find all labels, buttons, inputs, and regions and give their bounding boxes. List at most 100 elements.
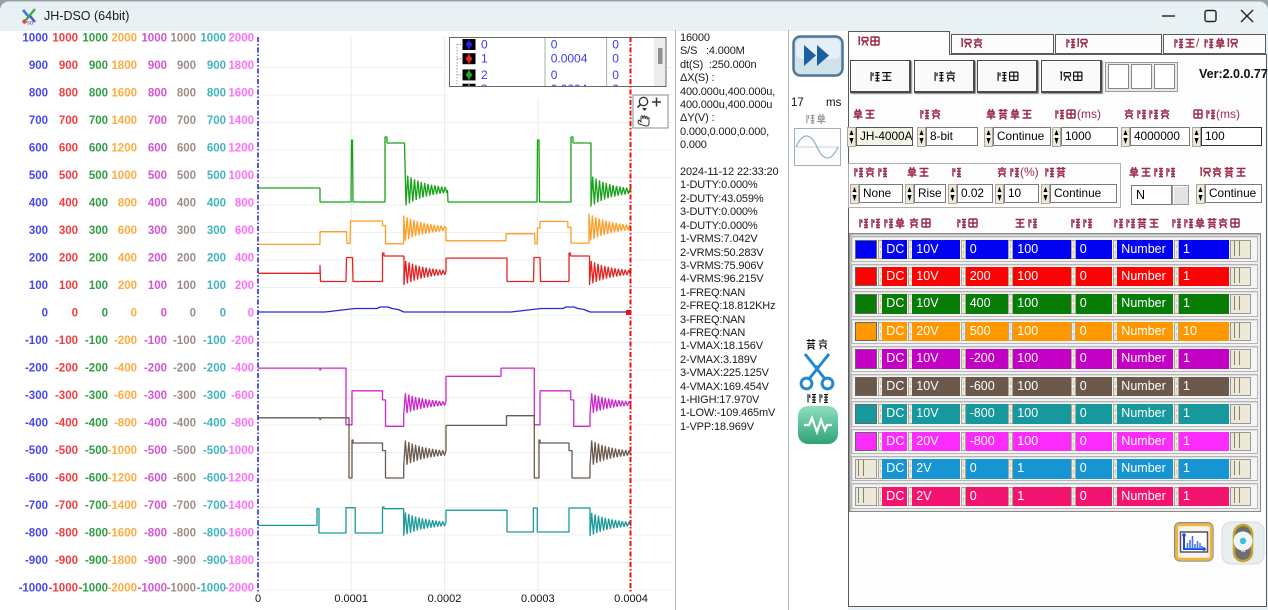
- svg-text:700: 700: [148, 115, 167, 127]
- svg-text:-1200: -1200: [108, 473, 137, 485]
- svg-text:600: 600: [89, 143, 108, 155]
- svg-text:500: 500: [177, 170, 196, 182]
- svg-text:700: 700: [59, 115, 78, 127]
- svg-text:700: 700: [89, 115, 108, 127]
- svg-text:700: 700: [207, 115, 226, 127]
- svg-text:-200: -200: [203, 363, 226, 375]
- svg-text:-300: -300: [144, 390, 167, 402]
- svg-text:300: 300: [89, 225, 108, 237]
- svg-text:200: 200: [89, 253, 108, 265]
- svg-text:-500: -500: [55, 445, 78, 457]
- svg-text:-700: -700: [144, 500, 167, 512]
- svg-text:600: 600: [235, 225, 254, 237]
- svg-text:0.0001: 0.0001: [334, 593, 368, 605]
- svg-text:900: 900: [207, 60, 226, 72]
- svg-text:-600: -600: [173, 473, 196, 485]
- svg-text:0: 0: [612, 52, 619, 66]
- svg-text:600: 600: [29, 143, 48, 155]
- svg-text:-200: -200: [114, 335, 137, 347]
- svg-text:0.0002: 0.0002: [428, 593, 462, 605]
- svg-text:0: 0: [190, 308, 196, 320]
- svg-text:500: 500: [148, 170, 167, 182]
- svg-text:-300: -300: [25, 390, 48, 402]
- svg-text:100: 100: [29, 280, 48, 292]
- svg-text:1000: 1000: [170, 33, 196, 45]
- svg-text:0: 0: [248, 308, 254, 320]
- svg-text:-200: -200: [25, 363, 48, 375]
- svg-text:600: 600: [59, 143, 78, 155]
- svg-text:0: 0: [612, 38, 619, 52]
- svg-text:-800: -800: [25, 528, 48, 540]
- svg-text:400: 400: [118, 253, 137, 265]
- svg-text:-1000: -1000: [138, 583, 167, 595]
- svg-text:-1800: -1800: [225, 555, 254, 567]
- svg-text:0: 0: [102, 308, 108, 320]
- svg-text:200: 200: [118, 280, 137, 292]
- svg-text:0.0003: 0.0003: [521, 593, 555, 605]
- svg-text:-200: -200: [85, 363, 108, 375]
- svg-text:-400: -400: [114, 363, 137, 375]
- svg-text:100: 100: [89, 280, 108, 292]
- svg-text:-700: -700: [85, 500, 108, 512]
- svg-text:200: 200: [148, 253, 167, 265]
- svg-text:800: 800: [177, 88, 196, 100]
- svg-text:200: 200: [59, 253, 78, 265]
- svg-text:1000: 1000: [200, 33, 226, 45]
- svg-text:-100: -100: [144, 335, 167, 347]
- svg-text:-900: -900: [55, 555, 78, 567]
- svg-text:-900: -900: [173, 555, 196, 567]
- svg-text:0: 0: [612, 68, 619, 82]
- svg-text:-600: -600: [231, 390, 254, 402]
- svg-text:-100: -100: [25, 335, 48, 347]
- svg-text:1600: 1600: [228, 88, 254, 100]
- svg-text:-900: -900: [85, 555, 108, 567]
- svg-text:-500: -500: [144, 445, 167, 457]
- svg-text:-700: -700: [173, 500, 196, 512]
- svg-text:1600: 1600: [111, 88, 137, 100]
- svg-text:800: 800: [148, 88, 167, 100]
- svg-text:0.0004: 0.0004: [614, 593, 648, 605]
- svg-text:500: 500: [89, 170, 108, 182]
- svg-text:0: 0: [220, 308, 226, 320]
- svg-text:-200: -200: [173, 363, 196, 375]
- svg-text:0: 0: [551, 38, 558, 52]
- svg-text:-800: -800: [173, 528, 196, 540]
- svg-text:0: 0: [131, 308, 137, 320]
- svg-text:600: 600: [148, 143, 167, 155]
- svg-text:-300: -300: [55, 390, 78, 402]
- svg-text:400: 400: [148, 198, 167, 210]
- svg-text:-800: -800: [144, 528, 167, 540]
- svg-text:500: 500: [29, 170, 48, 182]
- svg-text:-1200: -1200: [225, 473, 254, 485]
- svg-text:-1400: -1400: [225, 500, 254, 512]
- svg-text:400: 400: [177, 198, 196, 210]
- svg-text:700: 700: [29, 115, 48, 127]
- svg-text:-400: -400: [55, 418, 78, 430]
- svg-text:900: 900: [89, 60, 108, 72]
- svg-text:1000: 1000: [111, 170, 137, 182]
- svg-text:-100: -100: [55, 335, 78, 347]
- svg-text:-1400: -1400: [108, 500, 137, 512]
- svg-text:-400: -400: [85, 418, 108, 430]
- svg-text:-400: -400: [173, 418, 196, 430]
- svg-text:800: 800: [207, 88, 226, 100]
- svg-text:2000: 2000: [111, 33, 137, 45]
- svg-text:(ms): (ms): [1216, 108, 1240, 121]
- svg-text:-1000: -1000: [167, 583, 196, 595]
- svg-text:300: 300: [29, 225, 48, 237]
- svg-text:100: 100: [59, 280, 78, 292]
- svg-text:-700: -700: [55, 500, 78, 512]
- svg-text:-1000: -1000: [225, 445, 254, 457]
- svg-text:-1600: -1600: [108, 528, 137, 540]
- svg-text:-300: -300: [173, 390, 196, 402]
- svg-text:400: 400: [235, 253, 254, 265]
- svg-text:-400: -400: [203, 418, 226, 430]
- svg-text:600: 600: [118, 225, 137, 237]
- svg-text:900: 900: [59, 60, 78, 72]
- svg-text:-300: -300: [203, 390, 226, 402]
- svg-text:-600: -600: [203, 473, 226, 485]
- svg-text:-100: -100: [85, 335, 108, 347]
- svg-text:600: 600: [177, 143, 196, 155]
- svg-text:300: 300: [148, 225, 167, 237]
- svg-text:-2000: -2000: [108, 583, 137, 595]
